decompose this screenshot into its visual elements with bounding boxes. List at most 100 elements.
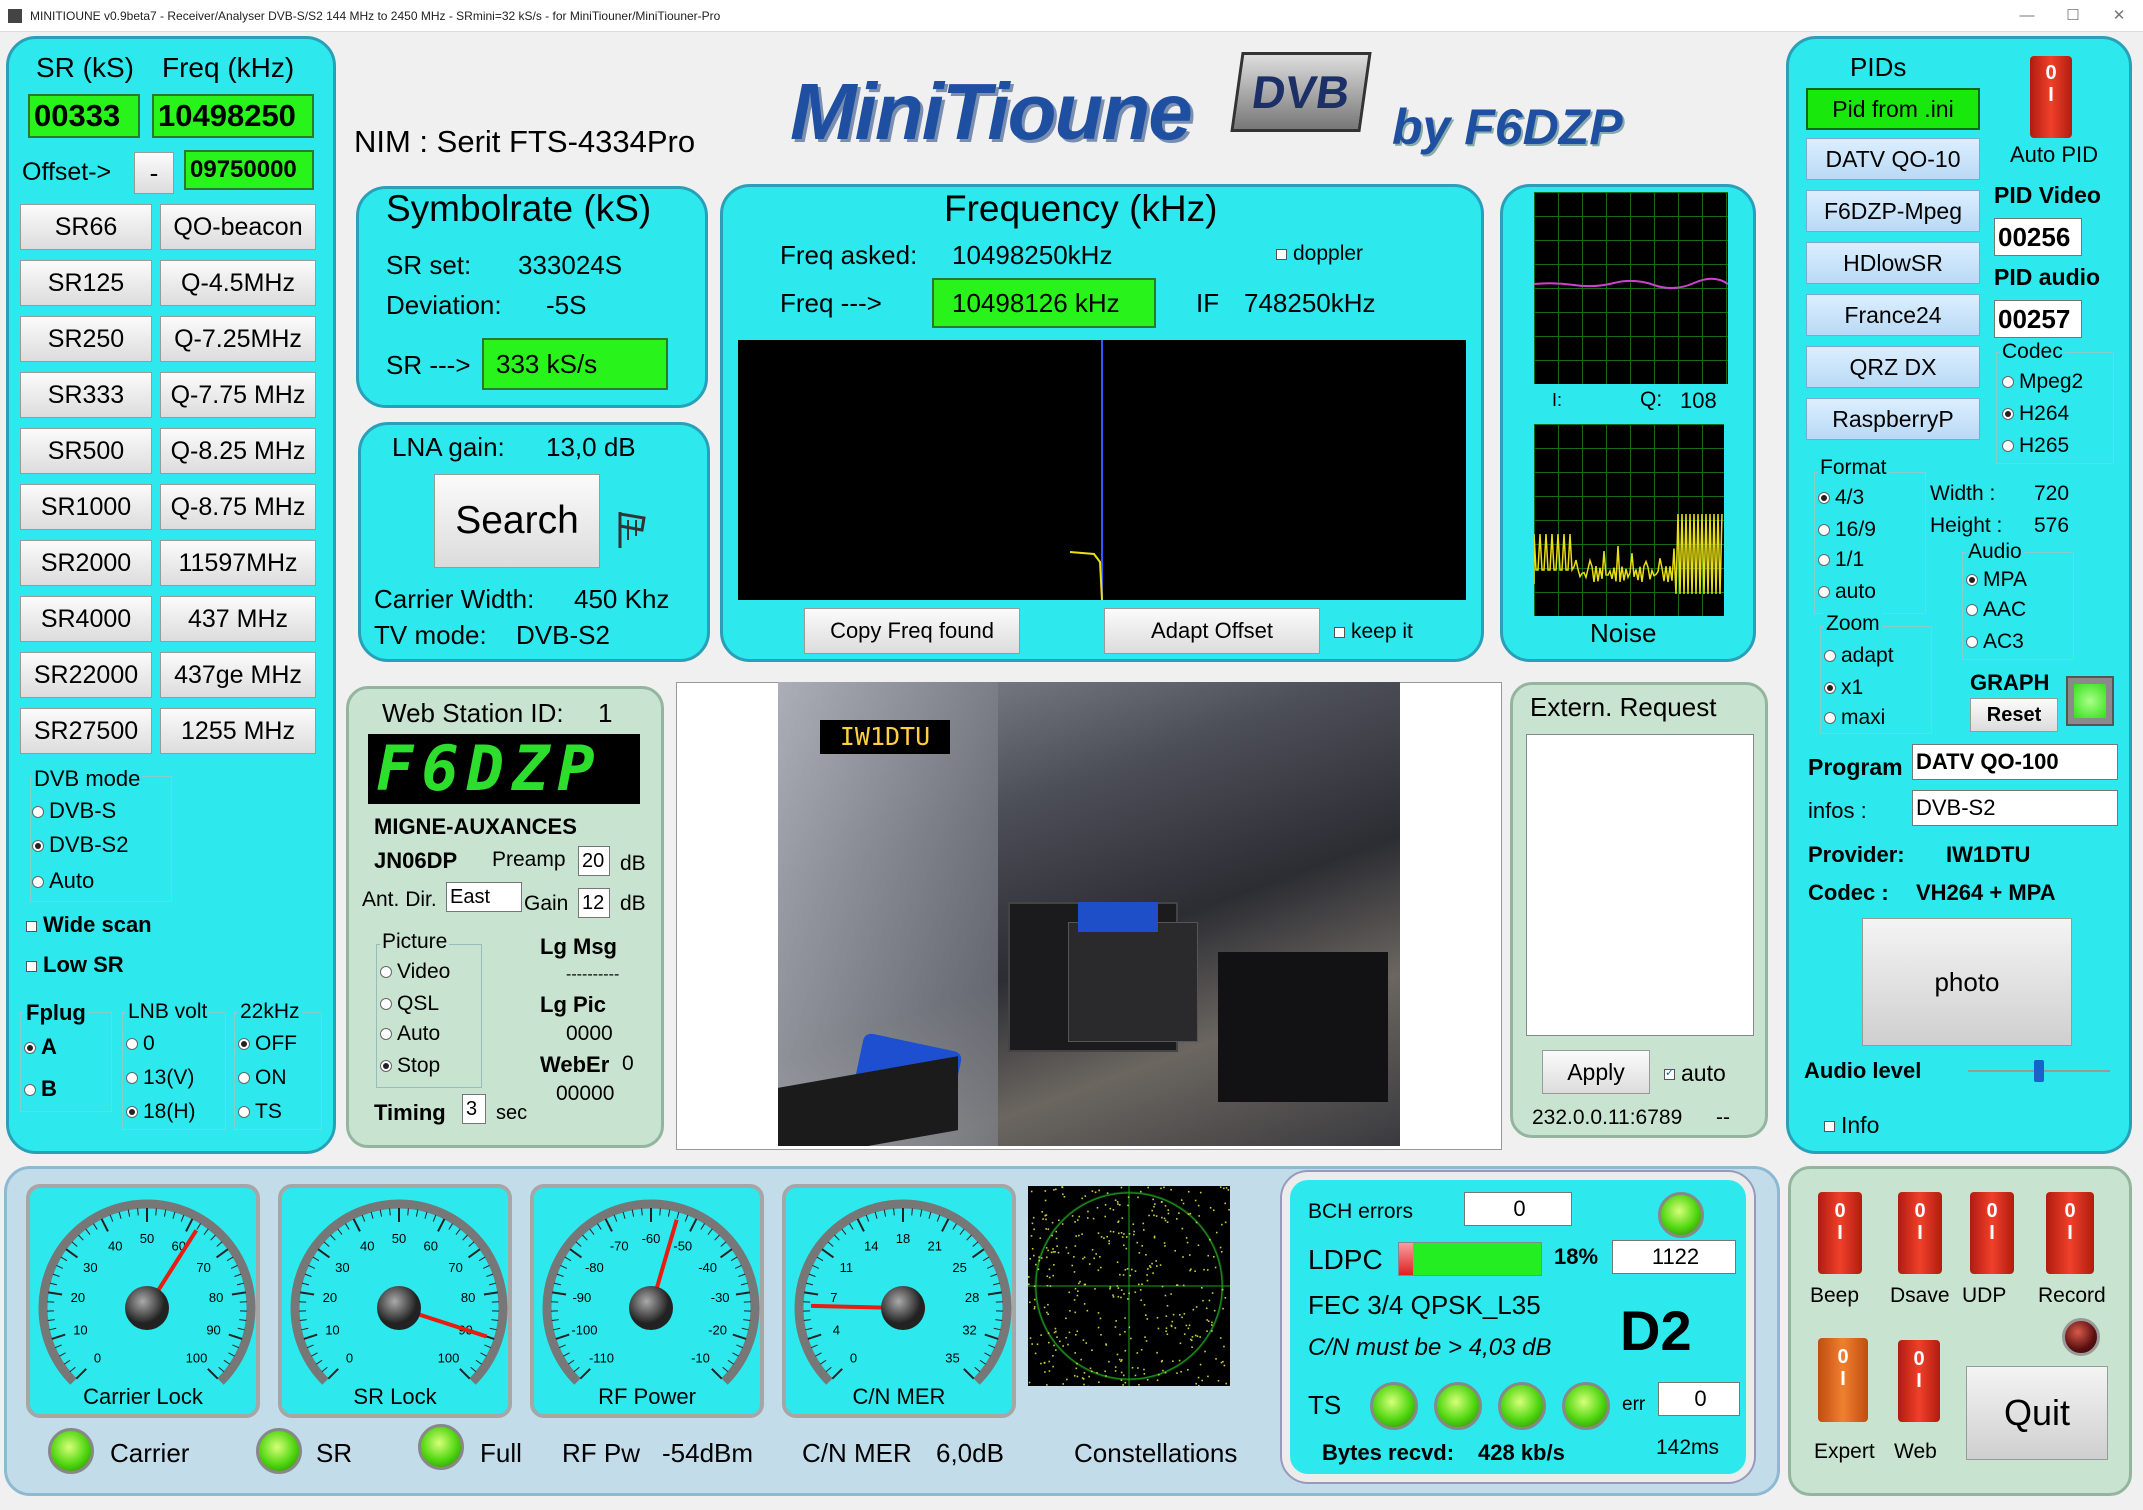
sr-preset-0[interactable]: SR66 xyxy=(20,204,152,250)
picture-stop[interactable]: Stop xyxy=(380,1054,440,1078)
codec-h264[interactable]: H264 xyxy=(2002,402,2069,426)
sr-preset-7[interactable]: SR4000 xyxy=(20,596,152,642)
22khz-on[interactable]: ON xyxy=(238,1066,287,1090)
info-checkbox[interactable]: Info xyxy=(1824,1112,1879,1139)
gauge-tick-3-0: 0 xyxy=(850,1350,857,1365)
offset-input[interactable]: 09750000 xyxy=(184,150,314,190)
freq-preset-0[interactable]: QO-beacon xyxy=(160,204,316,250)
auto-checkbox[interactable]: auto xyxy=(1664,1060,1726,1087)
offset-sign-button[interactable]: - xyxy=(134,152,174,194)
lnb-0[interactable]: 0 xyxy=(126,1032,155,1056)
ant-dir-input[interactable]: East xyxy=(446,882,522,912)
freq-preset-5[interactable]: Q-8.75 MHz xyxy=(160,484,316,530)
picture-qsl[interactable]: QSL xyxy=(380,992,439,1016)
freq-preset-7[interactable]: 437 MHz xyxy=(160,596,316,642)
zoom-adapt[interactable]: adapt xyxy=(1824,644,1894,668)
dvb-mode-dvbs[interactable]: DVB-S xyxy=(32,798,116,824)
format-4-3[interactable]: 4/3 xyxy=(1818,486,1864,510)
adapt-offset-button[interactable]: Adapt Offset xyxy=(1104,608,1320,654)
graph-indicator[interactable] xyxy=(2066,676,2114,726)
reset-button[interactable]: Reset xyxy=(1970,698,2058,732)
pid-preset-3[interactable]: HDlowSR xyxy=(1806,242,1980,284)
web-switch[interactable]: 0I xyxy=(1898,1340,1940,1422)
sr-preset-3[interactable]: SR333 xyxy=(20,372,152,418)
sr-preset-9[interactable]: SR27500 xyxy=(20,708,152,754)
gauge-tick-0-5: 50 xyxy=(140,1231,154,1246)
freq-preset-3[interactable]: Q-7.75 MHz xyxy=(160,372,316,418)
audio-mpa[interactable]: MPA xyxy=(1966,568,2027,592)
freq-preset-2[interactable]: Q-7.25MHz xyxy=(160,316,316,362)
record-switch[interactable]: 0I xyxy=(2046,1192,2094,1274)
sr-preset-5[interactable]: SR1000 xyxy=(20,484,152,530)
dvb-mode-dvbs2[interactable]: DVB-S2 xyxy=(32,832,128,858)
freq-input[interactable]: 10498250 xyxy=(152,94,314,138)
flag-icon[interactable] xyxy=(614,506,654,550)
zoom-maxi[interactable]: maxi xyxy=(1824,706,1885,730)
sr-preset-2[interactable]: SR250 xyxy=(20,316,152,362)
minimize-button[interactable]: — xyxy=(2004,0,2050,32)
22khz-ts[interactable]: TS xyxy=(238,1100,282,1124)
sr-preset-4[interactable]: SR500 xyxy=(20,428,152,474)
sr-preset-1[interactable]: SR125 xyxy=(20,260,152,306)
wide-scan-checkbox[interactable]: Wide scan xyxy=(26,912,152,938)
width-value: 720 xyxy=(2034,482,2070,505)
lnb-18h[interactable]: 18(H) xyxy=(126,1100,196,1124)
codec-mpeg2[interactable]: Mpeg2 xyxy=(2002,370,2083,394)
photo-button[interactable]: photo xyxy=(1862,918,2072,1046)
auto-pid-switch[interactable]: 0I xyxy=(2030,56,2072,138)
lnb-13v[interactable]: 13(V) xyxy=(126,1066,194,1090)
keep-it-checkbox[interactable]: keep it xyxy=(1334,620,1413,644)
picture-auto[interactable]: Auto xyxy=(380,1022,440,1046)
audio-aac[interactable]: AAC xyxy=(1966,598,2026,622)
freq-preset-4[interactable]: Q-8.25 MHz xyxy=(160,428,316,474)
pid-preset-6[interactable]: RaspberryP xyxy=(1806,398,1980,440)
quit-button[interactable]: Quit xyxy=(1966,1366,2108,1460)
spectrum-display[interactable] xyxy=(738,340,1466,601)
low-sr-checkbox[interactable]: Low SR xyxy=(26,952,124,978)
pid-preset-5[interactable]: QRZ DX xyxy=(1806,346,1980,388)
fplug-b[interactable]: B xyxy=(24,1076,57,1102)
freq-preset-6[interactable]: 11597MHz xyxy=(160,540,316,586)
freq-preset-9[interactable]: 1255 MHz xyxy=(160,708,316,754)
search-button[interactable]: Search xyxy=(434,474,600,568)
maximize-button[interactable]: ☐ xyxy=(2050,0,2096,32)
pid-preset-2[interactable]: F6DZP-Mpeg xyxy=(1806,190,1980,232)
timing-input[interactable]: 3 xyxy=(462,1094,486,1124)
preamp-input[interactable]: 20 xyxy=(578,846,610,876)
expert-switch[interactable]: 0I xyxy=(1818,1338,1868,1422)
pid-preset-0[interactable]: Pid from .ini xyxy=(1806,88,1980,130)
sr-preset-6[interactable]: SR2000 xyxy=(20,540,152,586)
pid-preset-1[interactable]: DATV QO-10 xyxy=(1806,138,1980,180)
nim-label: NIM : Serit FTS-4334Pro xyxy=(354,124,696,159)
audio-level-slider[interactable] xyxy=(2034,1060,2044,1082)
format-16-9[interactable]: 16/9 xyxy=(1818,518,1876,542)
format-1-1[interactable]: 1/1 xyxy=(1818,548,1864,572)
udp-switch[interactable]: 0I xyxy=(1970,1192,2014,1274)
beep-switch[interactable]: 0I xyxy=(1818,1192,1862,1274)
pid-preset-4[interactable]: France24 xyxy=(1806,294,1980,336)
dvb-mode-auto[interactable]: Auto xyxy=(32,868,94,894)
freq-preset-1[interactable]: Q-4.5MHz xyxy=(160,260,316,306)
doppler-checkbox[interactable]: doppler xyxy=(1276,242,1363,266)
program-input[interactable]: DATV QO-100 xyxy=(1912,744,2118,780)
audio-ac3[interactable]: AC3 xyxy=(1966,630,2024,654)
extern-request-list[interactable] xyxy=(1526,734,1754,1036)
dsave-switch[interactable]: 0I xyxy=(1898,1192,1942,1274)
format-auto[interactable]: auto xyxy=(1818,580,1876,604)
gauge-tick-1-0: 0 xyxy=(346,1350,353,1365)
apply-button[interactable]: Apply xyxy=(1542,1050,1650,1094)
pid-audio-input[interactable]: 00257 xyxy=(1994,300,2082,338)
infos-input[interactable]: DVB-S2 xyxy=(1912,790,2118,826)
gain-input[interactable]: 12 xyxy=(578,888,610,918)
sr-preset-8[interactable]: SR22000 xyxy=(20,652,152,698)
pid-video-input[interactable]: 00256 xyxy=(1994,218,2082,256)
fplug-a[interactable]: A xyxy=(24,1034,57,1060)
22khz-off[interactable]: OFF xyxy=(238,1032,297,1056)
copy-freq-button[interactable]: Copy Freq found xyxy=(804,608,1020,654)
codec-h265[interactable]: H265 xyxy=(2002,434,2069,458)
freq-preset-8[interactable]: 437ge MHz xyxy=(160,652,316,698)
picture-video[interactable]: Video xyxy=(380,960,450,984)
sr-input[interactable]: 00333 xyxy=(28,94,140,138)
zoom-x1[interactable]: x1 xyxy=(1824,676,1863,700)
close-button[interactable]: ✕ xyxy=(2096,0,2142,32)
